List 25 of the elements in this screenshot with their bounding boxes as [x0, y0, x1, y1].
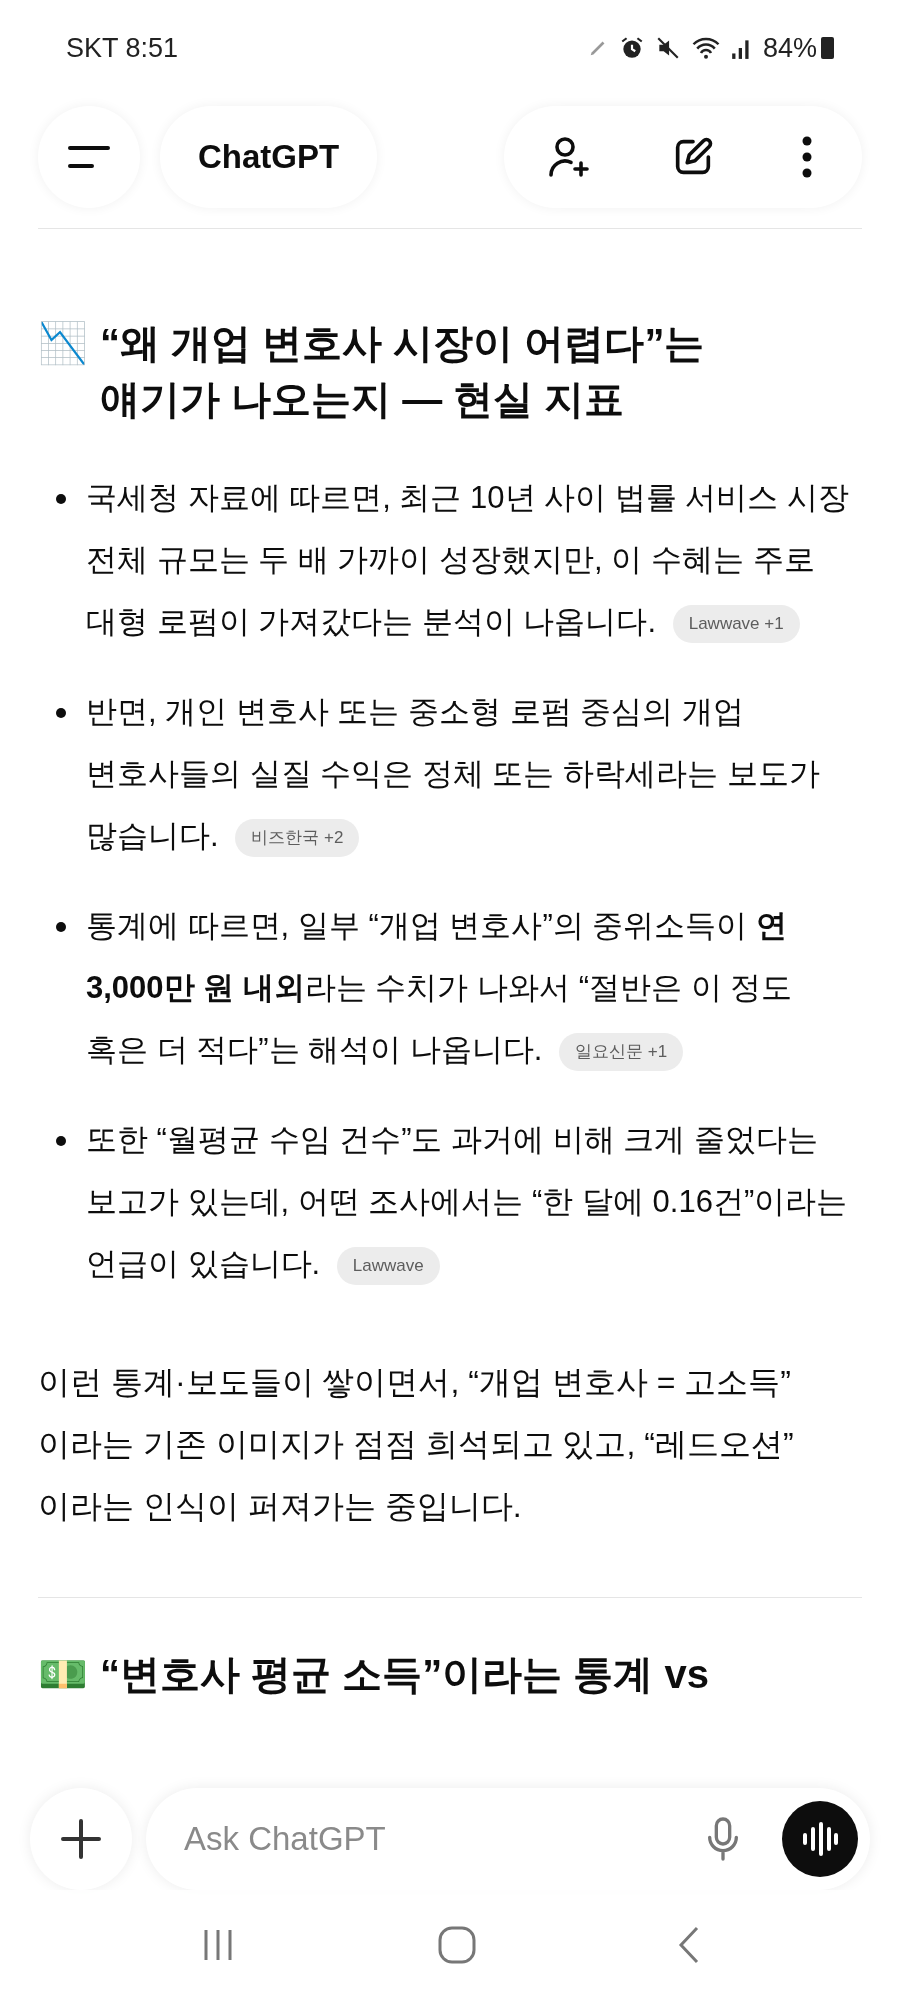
source-chip[interactable]: Lawwave [336, 1246, 440, 1285]
bullet-text: 반면, 개인 변호사 또는 중소형 로펌 중심의 개업 변호사들의 실질 수익은 정체 또는 하락세라는 보도가 많습니다. 비즈한국 +2 [86, 681, 862, 867]
bullet-text: 또한 “월평균 수임 건수”도 과거에 비해 크게 줄었다는 보고가 있는데, 어떤 조사에서는 “한 달에 0.16건”이라는 언급이 있습니다. Lawwave [86, 1109, 862, 1295]
paragraph: 이런 통계·보도들이 쌓이면서, “개업 변호사 = 고소득” 이라는 기존 이미지가 점점 희석되고 있고, “레드오션” 이라는 인식이 퍼져가는 중입니다. [38, 1363, 795, 1526]
home-icon[interactable] [437, 1925, 477, 1965]
section-heading: “변호사 평균 소득”이라는 통계 vs [100, 1651, 709, 1698]
status-time: SKT 8:51 [66, 31, 179, 65]
battery-icon [821, 37, 834, 59]
message-input-field[interactable]: Ask ChatGPT [184, 1814, 698, 1864]
bullet-text: 국세청 자료에 따르면, 최근 10년 사이 법률 서비스 시장 전체 규모는 두 배 가까이 성장했지만, 이 수혜는 주로 대형 로펌이 가져갔다는 분석이 나옵니다. Lawwave +1 [86, 467, 862, 653]
section-heading: “왜 개업 변호사 시장이 어렵다”는 얘기가 나오는지 — 현실 지표 [100, 320, 706, 423]
chart-decreasing-icon: 📉 [38, 315, 88, 371]
wifi-icon [690, 35, 721, 61]
voice-mode-button[interactable] [782, 1801, 858, 1877]
source-chip[interactable]: 일요신문 +1 [559, 1032, 684, 1071]
source-chip[interactable]: 비즈한국 +2 [235, 818, 360, 857]
more-icon [801, 135, 813, 179]
plus-icon [59, 1817, 103, 1861]
back-icon[interactable] [677, 1925, 700, 1965]
banknote-icon: 💵 [38, 1646, 88, 1702]
source-chip[interactable]: Lawwave +1 [672, 604, 800, 643]
battery-percent: 84% [762, 31, 817, 65]
waveform-icon [800, 1821, 840, 1857]
bullet-text: 통계에 따르면, 일부 “개업 변호사”의 중위소득이 연 3,000만 원 내외라는 수치가 나와서 “절반은 이 정도 혹은 더 적다”는 해석이 나옵니다. 일요신문 +1 [86, 895, 862, 1081]
model-title-button[interactable]: ChatGPT [160, 106, 378, 208]
